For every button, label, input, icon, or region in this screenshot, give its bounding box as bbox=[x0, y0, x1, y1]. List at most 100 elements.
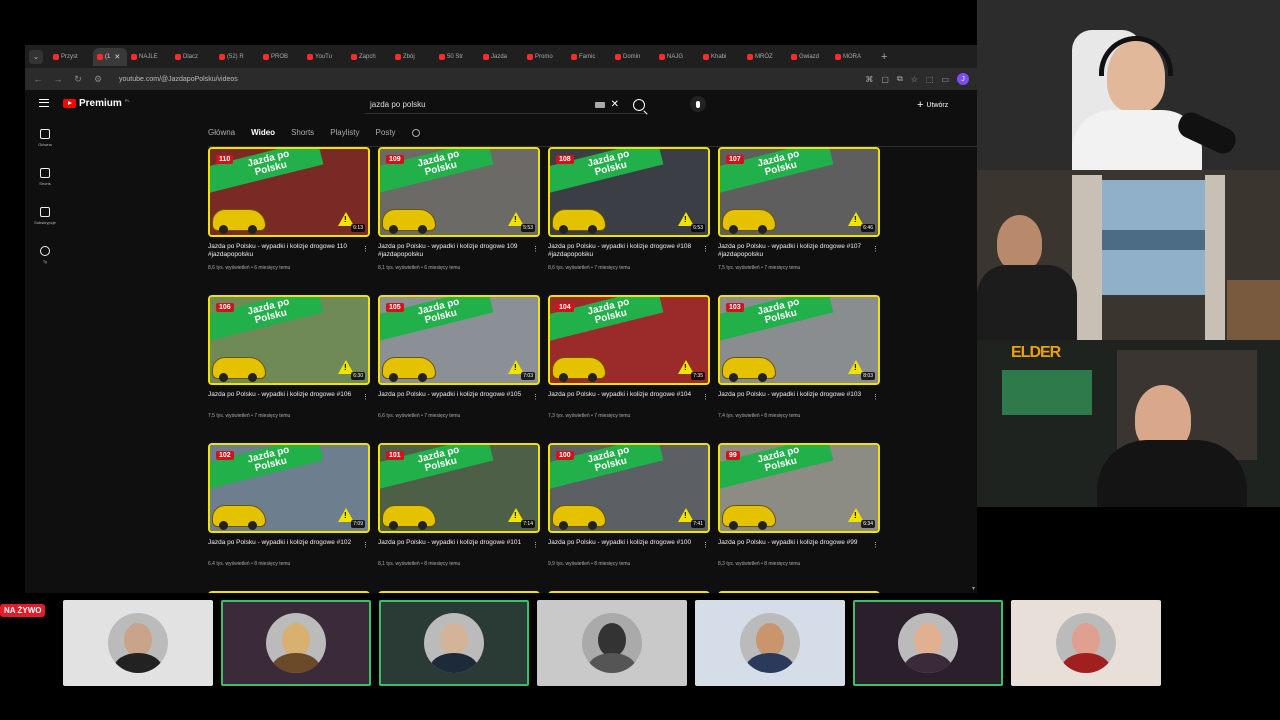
channel-tab[interactable]: Playlisty bbox=[330, 128, 359, 137]
youtube-logo[interactable]: Premium PL bbox=[63, 98, 130, 109]
channel-search-icon[interactable] bbox=[411, 128, 420, 137]
close-tab-icon[interactable]: ✕ bbox=[114, 53, 120, 61]
scroll-down-icon[interactable]: ▾ bbox=[972, 585, 975, 592]
search-icon[interactable] bbox=[633, 98, 645, 111]
video-thumbnail[interactable]: Jazda po Polsku bbox=[378, 591, 540, 593]
browser-tab[interactable]: MRÓZ bbox=[743, 48, 787, 66]
video-card[interactable]: Jazda po Polsku1017:14 Jazda po Polsku - … bbox=[378, 443, 540, 567]
sidebar-item[interactable]: Subskrypcje bbox=[25, 207, 65, 246]
browser-tab[interactable]: Domin bbox=[611, 48, 655, 66]
video-title[interactable]: Jazda po Polsku - wypadki i kolizje drog… bbox=[718, 243, 880, 259]
browser-tab[interactable]: (52) R bbox=[215, 48, 259, 66]
video-title[interactable]: Jazda po Polsku - wypadki i kolizje drog… bbox=[378, 539, 540, 555]
video-card[interactable]: Jazda po Polsku bbox=[378, 591, 540, 593]
browser-tab[interactable]: NAJG bbox=[655, 48, 699, 66]
browser-tab[interactable]: PROB bbox=[259, 48, 303, 66]
search-input[interactable]: jazda po polsku bbox=[365, 100, 595, 109]
video-thumbnail[interactable]: Jazda po Polsku bbox=[548, 591, 710, 593]
channel-tab[interactable]: Wideo bbox=[251, 128, 275, 137]
more-options-icon[interactable]: ⋮ bbox=[532, 541, 539, 549]
channel-tab[interactable]: Posty bbox=[376, 128, 396, 137]
video-card[interactable]: Jazda po Polsku1066:30 Jazda po Polsku - … bbox=[208, 295, 370, 419]
url-field[interactable]: youtube.com/@JazdapoPolsku/videos bbox=[119, 76, 238, 83]
browser-tab[interactable]: MORA bbox=[831, 48, 875, 66]
video-card[interactable]: Jazda po Polsku bbox=[548, 591, 710, 593]
browser-tab[interactable]: Promo bbox=[523, 48, 567, 66]
video-title[interactable]: Jazda po Polsku - wypadki i kolizje drog… bbox=[548, 391, 710, 407]
video-thumbnail[interactable]: Jazda po Polsku996:34 bbox=[718, 443, 880, 533]
more-options-icon[interactable]: ⋮ bbox=[702, 245, 709, 253]
video-title[interactable]: Jazda po Polsku - wypadki i kolizje drog… bbox=[718, 391, 880, 407]
sidebar-item[interactable]: Ty bbox=[25, 246, 65, 285]
more-options-icon[interactable]: ⋮ bbox=[532, 393, 539, 401]
video-card[interactable]: Jazda po Polsku bbox=[208, 591, 370, 593]
video-card[interactable]: Jazda po Polsku1076:46Jazda po Polsku - … bbox=[718, 147, 880, 271]
menu-icon[interactable] bbox=[39, 99, 49, 107]
back-icon[interactable]: ← bbox=[33, 74, 43, 84]
browser-tab[interactable]: Gwiazd bbox=[787, 48, 831, 66]
tab-search-icon[interactable]: ⌄ bbox=[29, 49, 43, 64]
video-card[interactable]: Jazda po Polsku1095:53Jazda po Polsku - … bbox=[378, 147, 540, 271]
more-options-icon[interactable]: ⋮ bbox=[702, 541, 709, 549]
site-info-icon[interactable]: ⚙ bbox=[93, 74, 103, 85]
sidebar-item[interactable]: Shorts bbox=[25, 168, 65, 207]
browser-tab[interactable]: Zapch bbox=[347, 48, 391, 66]
video-thumbnail[interactable]: Jazda po Polsku1017:14 bbox=[378, 443, 540, 533]
video-card[interactable]: Jazda po Polsku bbox=[718, 591, 880, 593]
translate-icon[interactable]: ⌘ bbox=[865, 75, 873, 84]
more-options-icon[interactable]: ⋮ bbox=[362, 245, 369, 253]
reload-icon[interactable]: ↻ bbox=[73, 74, 83, 85]
more-options-icon[interactable]: ⋮ bbox=[362, 393, 369, 401]
browser-tab[interactable]: Khabi bbox=[699, 48, 743, 66]
video-thumbnail[interactable]: Jazda po Polsku1106:13 bbox=[208, 147, 370, 237]
forward-icon[interactable]: → bbox=[53, 74, 63, 84]
video-thumbnail[interactable]: Jazda po Polsku1038:03 bbox=[718, 295, 880, 385]
more-options-icon[interactable]: ⋮ bbox=[872, 245, 879, 253]
video-title[interactable]: Jazda po Polsku - wypadki i kolizje drog… bbox=[378, 391, 540, 407]
video-thumbnail[interactable]: Jazda po Polsku bbox=[718, 591, 880, 593]
new-tab-icon[interactable]: + bbox=[881, 51, 887, 63]
sidepanel-icon[interactable]: ▭ bbox=[941, 75, 949, 84]
link-icon[interactable]: ⧉ bbox=[897, 74, 903, 84]
video-title[interactable]: Jazda po Polsku - wypadki i kolizje drog… bbox=[718, 539, 880, 555]
more-options-icon[interactable]: ⋮ bbox=[702, 393, 709, 401]
profile-avatar[interactable]: J bbox=[957, 73, 969, 85]
more-options-icon[interactable]: ⋮ bbox=[362, 541, 369, 549]
channel-tab[interactable]: Główna bbox=[208, 128, 235, 137]
video-card[interactable]: Jazda po Polsku1106:13 Jazda po Polsku - … bbox=[208, 147, 370, 271]
video-thumbnail[interactable]: Jazda po Polsku1057:03 bbox=[378, 295, 540, 385]
video-title[interactable]: Jazda po Polsku - wypadki i kolizje drog… bbox=[548, 243, 710, 259]
more-options-icon[interactable]: ⋮ bbox=[872, 393, 879, 401]
clear-search-icon[interactable]: ✕ bbox=[611, 99, 619, 110]
video-thumbnail[interactable]: Jazda po Polsku1027:09 bbox=[208, 443, 370, 533]
video-card[interactable]: Jazda po Polsku1027:09 Jazda po Polsku - … bbox=[208, 443, 370, 567]
create-button[interactable]: + Utwórz bbox=[917, 99, 948, 111]
video-title[interactable]: Jazda po Polsku - wypadki i kolizje drog… bbox=[378, 243, 540, 259]
browser-tab[interactable]: Jazda bbox=[479, 48, 523, 66]
video-thumbnail[interactable]: Jazda po Polsku1086:53 bbox=[548, 147, 710, 237]
video-title[interactable]: Jazda po Polsku - wypadki i kolizje drog… bbox=[208, 391, 370, 407]
sidebar-item[interactable]: Główna bbox=[25, 129, 65, 168]
more-options-icon[interactable]: ⋮ bbox=[532, 245, 539, 253]
screenshot-icon[interactable]: ▢ bbox=[881, 75, 889, 84]
browser-tab[interactable]: Famic bbox=[567, 48, 611, 66]
browser-tab[interactable]: Dlacz bbox=[171, 48, 215, 66]
video-thumbnail[interactable]: Jazda po Polsku1007:41 bbox=[548, 443, 710, 533]
video-card[interactable]: Jazda po Polsku1047:35Jazda po Polsku - … bbox=[548, 295, 710, 419]
video-title[interactable]: Jazda po Polsku - wypadki i kolizje drog… bbox=[208, 539, 370, 555]
voice-search-icon[interactable] bbox=[690, 96, 706, 112]
channel-tab[interactable]: Shorts bbox=[291, 128, 314, 137]
video-thumbnail[interactable]: Jazda po Polsku bbox=[208, 591, 370, 593]
browser-tab[interactable]: Zbój bbox=[391, 48, 435, 66]
more-options-icon[interactable]: ⋮ bbox=[872, 541, 879, 549]
video-card[interactable]: Jazda po Polsku1057:03 Jazda po Polsku - … bbox=[378, 295, 540, 419]
browser-tab[interactable]: 50 Str bbox=[435, 48, 479, 66]
video-thumbnail[interactable]: Jazda po Polsku1066:30 bbox=[208, 295, 370, 385]
browser-tab[interactable]: NAJLE bbox=[127, 48, 171, 66]
video-card[interactable]: Jazda po Polsku1086:53 Jazda po Polsku - … bbox=[548, 147, 710, 271]
video-title[interactable]: Jazda po Polsku - wypadki i kolizje drog… bbox=[548, 539, 710, 555]
video-title[interactable]: Jazda po Polsku - wypadki i kolizje drog… bbox=[208, 243, 370, 259]
extensions-icon[interactable]: ⬚ bbox=[926, 75, 934, 84]
keyboard-icon[interactable] bbox=[594, 101, 605, 108]
video-card[interactable]: Jazda po Polsku1007:41 Jazda po Polsku - … bbox=[548, 443, 710, 567]
